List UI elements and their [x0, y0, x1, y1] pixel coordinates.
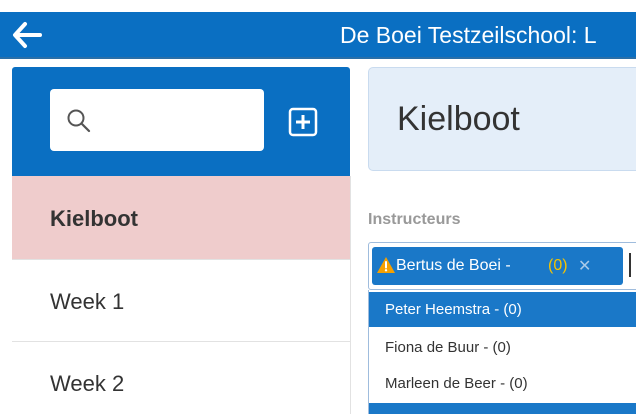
search-icon: [67, 109, 91, 133]
tag-label: Bertus de Boei -: [396, 257, 511, 274]
tag-count: (0): [548, 257, 568, 274]
selected-instructor-tag[interactable]: Bertus de Boei - (0) ✕: [372, 247, 623, 285]
instructors-tag-input[interactable]: Bertus de Boei - (0) ✕: [368, 242, 636, 290]
text-cursor: [629, 253, 631, 277]
sidebar-header: [12, 67, 350, 176]
dropdown-footer-bar: [369, 403, 636, 414]
page-title: Kielboot: [397, 100, 520, 138]
topbar-border: [0, 57, 636, 59]
dropdown-option[interactable]: Fiona de Buur - (0): [369, 330, 636, 365]
back-arrow-icon[interactable]: [12, 21, 42, 49]
sidebar-item-label: Kielboot: [50, 206, 138, 231]
close-icon[interactable]: ✕: [578, 256, 591, 276]
top-edge-strip: [0, 0, 636, 12]
sidebar-item-week-1[interactable]: Week 1: [12, 260, 350, 342]
instructor-options-dropdown: Peter Heemstra - (0) Fiona de Buur - (0)…: [368, 290, 636, 414]
dropdown-option[interactable]: Marleen de Beer - (0): [369, 366, 636, 401]
instructors-label: Instructeurs: [368, 211, 461, 228]
add-square-icon[interactable]: [288, 107, 318, 137]
sidebar-item-week-2[interactable]: Week 2: [12, 342, 350, 414]
dropdown-option[interactable]: Peter Heemstra - (0): [369, 292, 636, 327]
top-navigation-bar: De Boei Testzeilschool: L: [0, 12, 636, 57]
warning-icon: [377, 257, 395, 273]
sidebar-item-label: Week 1: [50, 289, 125, 314]
app-title: De Boei Testzeilschool: L: [340, 22, 597, 48]
search-input[interactable]: [50, 89, 264, 151]
sidebar-item-label: Week 2: [50, 371, 125, 396]
sidebar-divider: [350, 176, 351, 414]
page-header-panel: Kielboot: [368, 67, 636, 171]
sidebar-item-kielboot[interactable]: Kielboot: [12, 176, 350, 260]
